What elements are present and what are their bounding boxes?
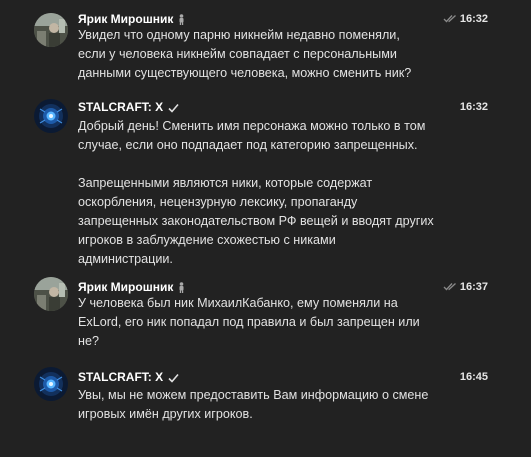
community-avatar[interactable] [34, 367, 68, 401]
message-text: Увы, мы не можем предоставить Вам информ… [78, 386, 428, 424]
user-avatar[interactable] [34, 277, 68, 311]
message-item[interactable]: STALCRAFT: X 16:45 Увы, мы не можем пред… [0, 362, 531, 432]
double-check-read-icon [443, 281, 458, 295]
text-line: Увы, мы не можем предоставить Вам информ… [78, 388, 429, 402]
text-line: Увидел что одному парню никнейм недавно … [78, 28, 400, 42]
verified-check-icon [168, 372, 179, 386]
text-line: не? [78, 334, 99, 348]
text-line: случае, если оно подпадает под категорию… [78, 138, 418, 152]
time-label: 16:37 [459, 281, 488, 293]
message-time: 16:32 [460, 100, 488, 114]
message-history: Ярик Мирошник 16:32 Увидел что одному па… [0, 0, 531, 457]
author-name: Ярик Мирошник [78, 280, 174, 294]
message-text: У человека был ник МихаилКабанко, ему по… [78, 294, 420, 351]
message-text: Добрый день! Сменить имя персонажа можно… [78, 117, 434, 269]
author-name: STALCRAFT: X [78, 370, 164, 384]
message-text: Увидел что одному парню никнейм недавно … [78, 26, 411, 83]
text-line: ExLord, его ник попадал под правила и бы… [78, 315, 420, 329]
message-time: 16:32 [443, 12, 488, 27]
verified-check-icon [168, 102, 179, 116]
user-avatar[interactable] [34, 13, 68, 47]
message-author[interactable]: STALCRAFT: X [78, 100, 179, 116]
message-item[interactable]: Ярик Мирошник 16:37 У человека был ник М… [0, 272, 531, 356]
author-name: STALCRAFT: X [78, 100, 164, 114]
community-avatar[interactable] [34, 99, 68, 133]
time-label: 16:32 [459, 101, 488, 113]
text-line: игроков в заблуждение схожестью с никами [78, 233, 336, 247]
text-line: запрещенных законодательством РФ вещей и… [78, 214, 434, 228]
text-line: Добрый день! Сменить имя персонажа можно… [78, 119, 426, 133]
text-line: данными существующего человека, можно см… [78, 66, 412, 80]
time-label: 16:32 [459, 13, 488, 25]
double-check-read-icon [443, 13, 458, 27]
message-time: 16:45 [460, 370, 488, 384]
message-time: 16:37 [443, 280, 488, 295]
message-item[interactable]: STALCRAFT: X 16:32 Добрый день! Сменить … [0, 92, 531, 266]
message-author[interactable]: STALCRAFT: X [78, 370, 179, 386]
text-line: если у человека никнейм совпадает с перс… [78, 47, 397, 61]
text-line [78, 155, 434, 174]
message-item[interactable]: Ярик Мирошник 16:32 Увидел что одному па… [0, 0, 531, 90]
text-line: Запрещенными являются ники, которые соде… [78, 176, 373, 190]
text-line: У человека был ник МихаилКабанко, ему по… [78, 296, 398, 310]
text-line: администрации. [78, 252, 173, 266]
time-label: 16:45 [459, 371, 488, 383]
text-line: игровых имён других игроков. [78, 407, 253, 421]
author-name: Ярик Мирошник [78, 12, 174, 26]
text-line: оскорбления, нецензурную лексику, пропаг… [78, 195, 358, 209]
